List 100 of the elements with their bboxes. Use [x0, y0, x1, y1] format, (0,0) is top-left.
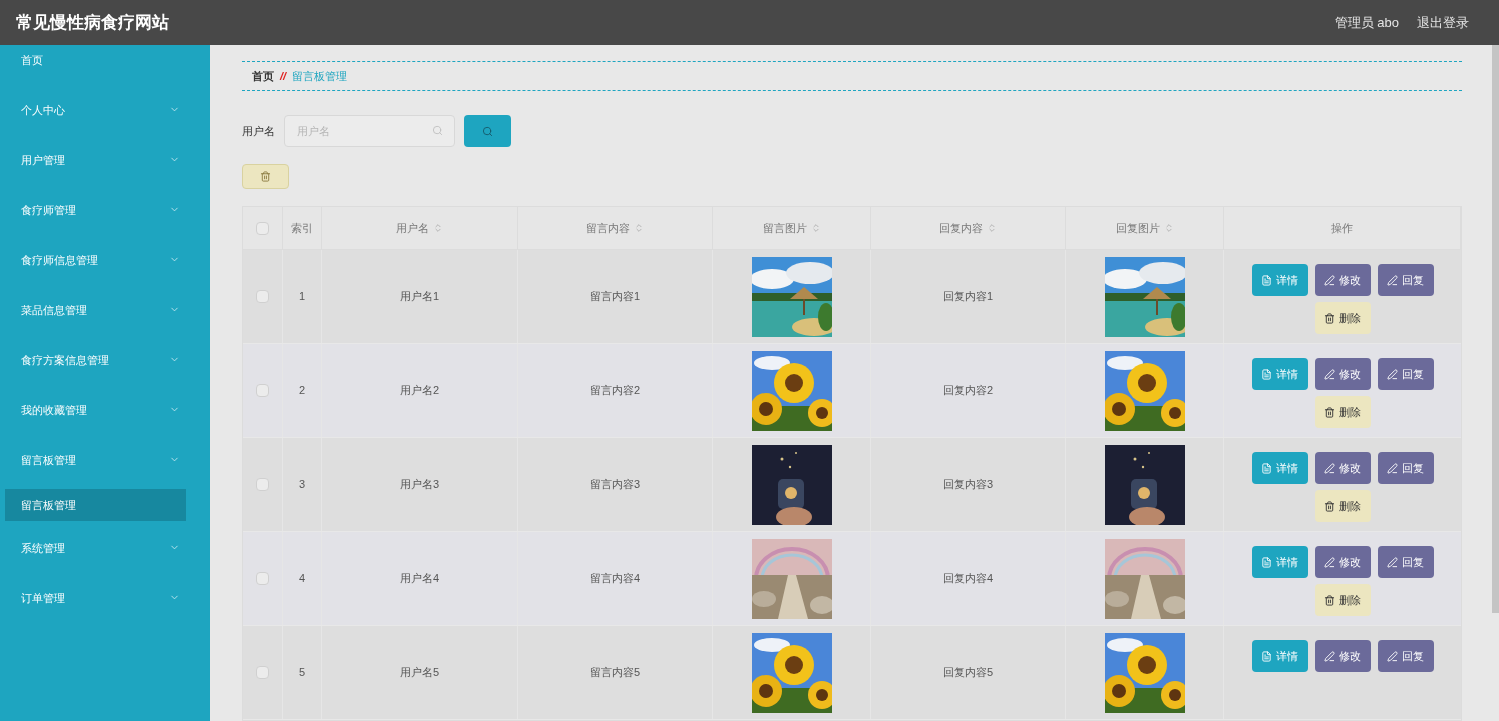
- table-cell-text: 用户名5: [399, 665, 440, 681]
- pen-icon: [1387, 368, 1398, 380]
- checkbox[interactable]: [256, 572, 269, 585]
- table-cell-text: 回复内容3: [942, 477, 994, 493]
- sort-icon[interactable]: [987, 223, 997, 233]
- sidebar-item[interactable]: 首页: [0, 51, 210, 101]
- sort-icon[interactable]: [433, 223, 443, 233]
- table-cell-text: 回复内容2: [942, 383, 994, 399]
- checkbox[interactable]: [256, 221, 269, 235]
- trash-icon: [1324, 594, 1335, 606]
- table-cell-text: 1: [298, 289, 306, 305]
- search-icon: [432, 125, 443, 137]
- scrollbar[interactable]: [1492, 45, 1499, 613]
- admin-user: 管理员 abo: [1334, 13, 1399, 32]
- trash-icon: [1324, 312, 1335, 324]
- table-cell-text: 留言内容5: [589, 665, 641, 681]
- sidebar-item[interactable]: 我的收藏管理: [0, 401, 210, 451]
- pen-icon: [1324, 274, 1335, 286]
- sidebar-item[interactable]: 菜品信息管理: [0, 301, 210, 351]
- sidebar-item[interactable]: 订单管理: [0, 589, 210, 639]
- pen-icon: [1387, 650, 1398, 662]
- table-cell-text: 回复内容4: [942, 571, 994, 587]
- pen-icon: [1324, 556, 1335, 568]
- document-icon: [1261, 274, 1272, 286]
- delete-button[interactable]: 删除: [1314, 302, 1371, 334]
- table-cell-text: 用户名2: [399, 383, 440, 399]
- reply-button[interactable]: 回复: [1377, 640, 1434, 672]
- document-icon: [1261, 556, 1272, 568]
- detail-button[interactable]: 详情: [1251, 358, 1308, 390]
- trash-icon: [1324, 406, 1335, 418]
- table-cell-text: 3: [298, 477, 306, 493]
- pen-icon: [1324, 368, 1335, 380]
- table-cell-text: 2: [298, 383, 306, 399]
- logout-link[interactable]: 退出登录: [1417, 12, 1469, 33]
- delete-button[interactable]: 删除: [1314, 584, 1371, 616]
- sidebar-item[interactable]: 用户管理: [0, 151, 210, 201]
- document-icon: [1261, 650, 1272, 662]
- pen-icon: [1387, 462, 1398, 474]
- sidebar-item[interactable]: 食疗方案信息管理: [0, 351, 210, 401]
- checkbox[interactable]: [256, 384, 269, 397]
- table-cell-text: 用户名4: [399, 571, 440, 587]
- sidebar-item[interactable]: 个人中心: [0, 101, 210, 151]
- edit-button[interactable]: 修改: [1314, 640, 1371, 672]
- checkbox[interactable]: [256, 478, 269, 491]
- table-cell-text: 4: [298, 571, 306, 587]
- table-cell-text: 留言内容1: [589, 289, 641, 305]
- breadcrumb-separator: //: [280, 68, 287, 84]
- sort-icon[interactable]: [1163, 223, 1174, 233]
- table-cell-text: 回复内容1: [942, 289, 994, 305]
- bulk-delete-button[interactable]: [242, 164, 289, 189]
- document-icon: [1261, 462, 1272, 474]
- sidebar-item[interactable]: 留言板管理: [0, 451, 210, 489]
- reply-button[interactable]: 回复: [1377, 452, 1434, 484]
- pen-icon: [1387, 274, 1398, 286]
- site-title: 常见慢性病食疗网站: [16, 11, 169, 34]
- search-icon: [482, 125, 493, 137]
- table-cell-text: 5: [298, 665, 306, 681]
- column-header: 操作: [1331, 220, 1353, 236]
- table-cell-text: 留言内容4: [589, 571, 641, 587]
- reply-button[interactable]: 回复: [1377, 546, 1434, 578]
- column-header: 索引: [291, 220, 313, 236]
- edit-button[interactable]: 修改: [1314, 358, 1371, 390]
- document-icon: [1261, 368, 1272, 380]
- submenu-item[interactable]: 留言板管理: [5, 489, 186, 521]
- sort-icon[interactable]: [634, 223, 644, 233]
- sidebar-item[interactable]: 食疗师信息管理: [0, 251, 210, 301]
- column-header[interactable]: 留言内容: [586, 219, 644, 237]
- sort-icon[interactable]: [810, 223, 821, 233]
- delete-button[interactable]: 删除: [1314, 396, 1371, 428]
- detail-button[interactable]: 详情: [1251, 546, 1308, 578]
- column-header[interactable]: 用户名: [396, 219, 443, 237]
- search-button[interactable]: [464, 115, 511, 148]
- trash-icon: [260, 171, 271, 183]
- table-cell-text: 留言内容3: [589, 477, 641, 493]
- detail-button[interactable]: 详情: [1251, 264, 1308, 296]
- edit-button[interactable]: 修改: [1314, 264, 1371, 296]
- table-cell-text: 用户名1: [399, 289, 440, 305]
- breadcrumb-home[interactable]: 首页: [252, 67, 274, 85]
- column-header[interactable]: 回复图片: [1115, 219, 1174, 237]
- pen-icon: [1387, 556, 1398, 568]
- pen-icon: [1324, 462, 1335, 474]
- column-header[interactable]: 留言图片: [762, 219, 821, 237]
- column-header[interactable]: 回复内容: [939, 219, 997, 237]
- detail-button[interactable]: 详情: [1251, 452, 1308, 484]
- sidebar-item[interactable]: 系统管理: [0, 539, 210, 589]
- edit-button[interactable]: 修改: [1314, 546, 1371, 578]
- pen-icon: [1324, 650, 1335, 662]
- trash-icon: [1324, 500, 1335, 512]
- checkbox[interactable]: [256, 290, 269, 303]
- reply-button[interactable]: 回复: [1377, 264, 1434, 296]
- edit-button[interactable]: 修改: [1314, 452, 1371, 484]
- checkbox[interactable]: [256, 666, 269, 679]
- delete-button[interactable]: 删除: [1314, 490, 1371, 522]
- detail-button[interactable]: 详情: [1251, 640, 1308, 672]
- table-cell-text: 用户名3: [399, 477, 440, 493]
- table-cell-text: 留言内容2: [589, 383, 641, 399]
- breadcrumb-current[interactable]: 留言板管理: [292, 67, 348, 85]
- search-label: 用户名: [242, 123, 275, 139]
- sidebar-item[interactable]: 食疗师管理: [0, 201, 210, 251]
- reply-button[interactable]: 回复: [1377, 358, 1434, 390]
